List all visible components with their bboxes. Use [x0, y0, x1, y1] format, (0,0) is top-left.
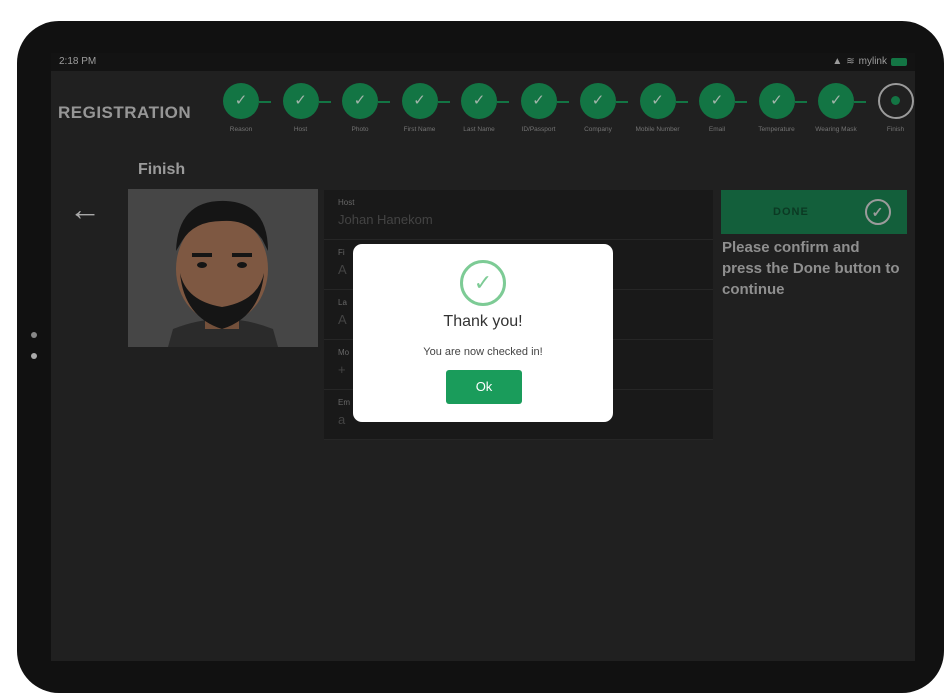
ok-button[interactable]: Ok	[446, 370, 522, 404]
tablet-sensor	[31, 332, 37, 338]
checkin-dialog: ✓ Thank you! You are now checked in! Ok	[353, 244, 613, 422]
dialog-title: Thank you!	[443, 313, 523, 330]
tablet-button	[31, 353, 37, 359]
dialog-message: You are now checked in!	[423, 346, 543, 358]
success-check-icon: ✓	[460, 260, 506, 306]
app-screen: 2:18 PM ▲ ≋ mylink REGISTRATION ✓ Reason ✓…	[51, 53, 915, 661]
